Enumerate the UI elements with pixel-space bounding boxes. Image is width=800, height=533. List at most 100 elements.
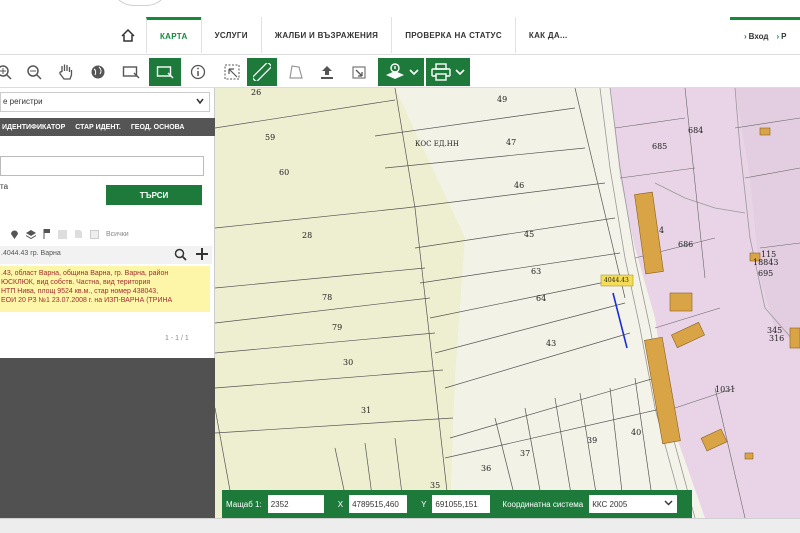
cadastral-map[interactable]: 26 59 60 28 78 79 30 31 49 47 46 45 63 6… <box>215 88 800 518</box>
search-panel: е регистри ИДЕНТИФИКАТОР СТАР ИДЕНТ. ГЕО… <box>0 88 215 533</box>
tab-old-identifier[interactable]: СТАР ИДЕНТ. <box>75 124 121 131</box>
select-rectangle-button[interactable] <box>117 58 145 86</box>
polygon-measure-button[interactable] <box>282 58 310 86</box>
layers-icon <box>386 63 404 79</box>
logo <box>110 0 170 6</box>
parcel-label: 46 <box>514 181 525 190</box>
parcel-label: 4 <box>659 226 665 235</box>
building <box>669 292 693 312</box>
account-links: › Вход › Р <box>730 17 800 53</box>
location-pin-icon[interactable] <box>10 229 19 240</box>
chevron-right-icon: › <box>744 32 747 41</box>
select-all-label: Всички <box>106 230 129 238</box>
flag-icon[interactable] <box>43 229 51 239</box>
parcel-label: 30 <box>343 358 354 367</box>
select-rectangle-active-button[interactable] <box>149 58 181 86</box>
parcel-label: 115 <box>761 250 777 259</box>
top-navigation: КАРТА УСЛУГИ ЖАЛБИ И ВЪЗРАЖЕНИЯ ПРОВЕРКА… <box>110 17 581 53</box>
parcel-label: 64 <box>536 294 547 303</box>
parcel-label: 316 <box>769 334 785 343</box>
parcel-label: 686 <box>678 240 694 249</box>
nav-map[interactable]: КАРТА <box>146 17 201 53</box>
parcel-label: 37 <box>520 449 531 458</box>
print-menu-button[interactable] <box>426 58 470 86</box>
register-link[interactable]: › Р <box>776 32 786 41</box>
ruler-button[interactable] <box>247 58 277 86</box>
parcel-label: 695 <box>758 269 774 278</box>
tab-geodetic-base[interactable]: ГЕОД. ОСНОВА <box>131 124 185 131</box>
info-button[interactable] <box>184 58 212 86</box>
globe-icon <box>91 65 105 79</box>
polygon-measure-icon <box>289 65 303 79</box>
parcel-label: 43 <box>546 339 557 348</box>
zoom-out-button[interactable] <box>20 58 48 86</box>
parcel-label: 78 <box>322 293 333 302</box>
selection-boundary <box>612 292 628 349</box>
checkbox-icon[interactable] <box>90 229 99 239</box>
parcel-label: 59 <box>265 133 276 142</box>
upload-button[interactable] <box>313 58 341 86</box>
tab-identifier[interactable]: ИДЕНТИФИКАТОР <box>2 124 65 131</box>
registry-select[interactable]: е регистри <box>0 92 210 112</box>
layers-icon[interactable] <box>26 229 36 239</box>
parcel-label: 684 <box>688 126 704 135</box>
y-coordinate-input[interactable]: 691055,151 <box>432 495 491 513</box>
home-button[interactable] <box>110 17 146 53</box>
nav-services[interactable]: УСЛУГИ <box>200 17 261 53</box>
coordinate-system-select[interactable]: ККС 2005 <box>589 495 678 513</box>
register-label: Р <box>781 32 787 41</box>
search-hint: та <box>0 182 9 191</box>
result-item[interactable]: .43, област Варна, община Варна, гр. Вар… <box>0 266 210 312</box>
header: КАРТА УСЛУГИ ЖАЛБИ И ВЪЗРАЖЕНИЯ ПРОВЕРКА… <box>0 0 800 54</box>
nav-how-to[interactable]: КАК ДА... <box>514 17 581 53</box>
parcel-label: 47 <box>506 138 517 147</box>
select-rectangle-icon <box>122 66 140 79</box>
search-icon[interactable] <box>174 248 187 261</box>
parcel-label: 60 <box>279 168 290 177</box>
square-icon[interactable] <box>58 229 67 239</box>
print-icon <box>431 63 451 81</box>
zoom-in-button[interactable] <box>0 58 18 86</box>
document-icon[interactable] <box>74 229 83 239</box>
scale-label: Мащаб 1: <box>226 499 262 509</box>
status-strip <box>0 518 800 533</box>
coordinate-system-value: ККС 2005 <box>592 500 628 509</box>
building <box>789 327 800 349</box>
search-button[interactable]: ТЪРСИ <box>106 185 202 205</box>
parcel-label: 36 <box>481 464 492 473</box>
globe-button[interactable] <box>84 58 112 86</box>
login-link[interactable]: › Вход <box>744 32 768 41</box>
select-rectangle-active-icon <box>156 66 174 79</box>
parcel-label: 26 <box>251 88 262 97</box>
result-line: НТП Нива, площ 9524 кв.м., стар номер 43… <box>1 288 159 295</box>
coordinates-bar: Мащаб 1: 2352 X 4789515,460 Y 691055,151… <box>222 490 692 518</box>
result-toolbar: Всички <box>0 226 215 242</box>
nav-status-check[interactable]: ПРОВЕРКА НА СТАТУС <box>391 17 515 53</box>
x-label: X <box>337 499 344 509</box>
zoom-in-icon <box>0 65 12 80</box>
download-button[interactable] <box>345 58 373 86</box>
chevron-down-icon <box>409 69 419 76</box>
parcel-label: 685 <box>652 142 668 151</box>
parcel-label: 40 <box>631 428 642 437</box>
pan-button[interactable] <box>52 58 80 86</box>
parcel-label: 79 <box>332 323 343 332</box>
zoom-out-icon <box>27 65 42 80</box>
scale-input[interactable]: 2352 <box>267 495 324 513</box>
grid-select-button[interactable] <box>218 58 246 86</box>
pagination: 1 - 1 / 1 <box>165 335 189 342</box>
info-icon <box>190 64 206 80</box>
parcel-label: 49 <box>497 95 508 104</box>
nav-complaints[interactable]: ЖАЛБИ И ВЪЗРАЖЕНИЯ <box>260 17 391 53</box>
home-icon <box>121 28 135 42</box>
cadastre-map-app: КАРТА УСЛУГИ ЖАЛБИ И ВЪЗРАЖЕНИЯ ПРОВЕРКА… <box>0 0 800 533</box>
coordinate-system-label: Координатна система <box>502 499 584 509</box>
y-label: Y <box>421 499 427 509</box>
plus-icon[interactable] <box>195 247 209 261</box>
parcel-label: 28 <box>302 231 313 240</box>
chevron-down-icon <box>455 69 465 76</box>
x-coordinate-input[interactable]: 4789515,460 <box>349 495 408 513</box>
identifier-input[interactable] <box>0 156 204 176</box>
parcel-label: 35 <box>430 481 441 490</box>
layers-menu-button[interactable] <box>378 58 424 86</box>
